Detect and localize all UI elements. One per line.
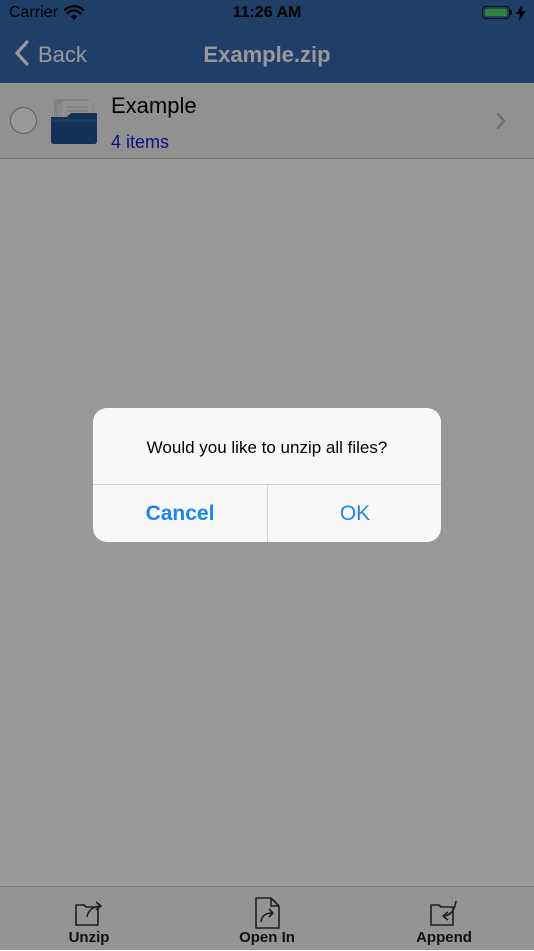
cancel-button[interactable]: Cancel xyxy=(93,485,267,542)
alert-dialog: Would you like to unzip all files? Cance… xyxy=(93,408,441,542)
ok-button[interactable]: OK xyxy=(268,485,441,542)
alert-message: Would you like to unzip all files? xyxy=(146,438,388,457)
